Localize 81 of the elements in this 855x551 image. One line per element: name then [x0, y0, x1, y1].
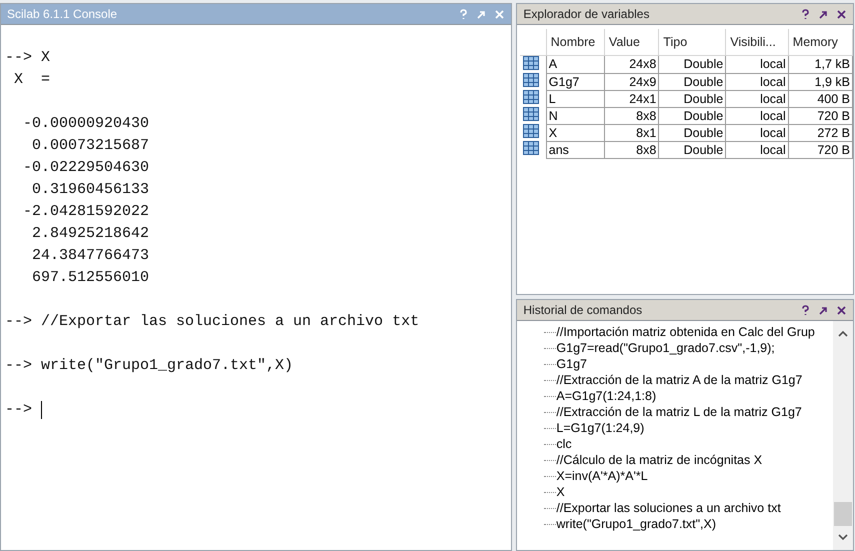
- table-cell: 400 B: [788, 90, 852, 107]
- console-line: -2.04281592022: [22, 202, 150, 222]
- history-entry[interactable]: //Extracción de la matriz L de la matriz G1g7: [556, 405, 802, 419]
- scrollbar[interactable]: [833, 321, 853, 550]
- console-line: --> write("Grupo1_grado7.txt",X): [5, 356, 294, 376]
- table-cell: 1,9 kB: [788, 73, 852, 90]
- console-line: --> //Exportar las soluciones a un archivo txt: [5, 312, 420, 332]
- console-prompt: -->: [5, 400, 34, 420]
- table-cell: local: [726, 90, 788, 107]
- undock-icon[interactable]: [818, 8, 829, 20]
- help-icon[interactable]: [800, 304, 811, 316]
- window-title: Scilab 6.1.1 Console: [7, 7, 118, 21]
- history-entry[interactable]: X: [556, 485, 565, 499]
- table-cell: 720 B: [788, 141, 852, 158]
- table-cell: 1,7 kB: [788, 56, 852, 73]
- column-header[interactable]: Memory: [788, 29, 852, 56]
- matrix-icon: [523, 56, 540, 70]
- table-cell: local: [726, 73, 788, 90]
- table-cell: Double: [658, 124, 726, 141]
- chevron-down-icon[interactable]: [837, 532, 849, 542]
- history-entry[interactable]: //Exportar las soluciones a un archivo txt: [556, 501, 781, 515]
- column-header[interactable]: Tipo: [658, 29, 726, 56]
- table-cell: Double: [658, 73, 726, 90]
- history-entry[interactable]: X=inv(A'*A)*A'*L: [556, 469, 648, 483]
- history-entry[interactable]: L=G1g7(1:24,9): [556, 421, 644, 435]
- matrix-icon: [523, 107, 540, 121]
- history-entry[interactable]: A=G1g7(1:24,1:8): [556, 389, 656, 403]
- table-cell: X: [546, 124, 604, 141]
- table-cell: 8x1: [604, 124, 659, 141]
- console-line: 2.84925218642: [31, 224, 150, 244]
- history-entry[interactable]: G1g7: [556, 357, 587, 371]
- console-line: -0.00000920430: [22, 114, 150, 134]
- history-entry[interactable]: G1g7=read("Grupo1_grado7.csv",-1,9);: [556, 341, 775, 355]
- table-cell: 8x8: [604, 141, 659, 158]
- console-line: 24.3847766473: [31, 246, 150, 266]
- table-cell: local: [726, 107, 788, 124]
- table-cell: A: [546, 56, 604, 73]
- history-entry[interactable]: //Cálculo de la matriz de incógnitas X: [556, 453, 762, 467]
- table-cell: N: [546, 107, 604, 124]
- close-icon[interactable]: [836, 8, 847, 20]
- history-entry[interactable]: clc: [556, 437, 572, 451]
- table-cell: Double: [658, 107, 726, 124]
- console-line: 0.00073215687: [31, 136, 150, 156]
- history-entry[interactable]: write("Grupo1_grado7.txt",X): [556, 517, 716, 531]
- panel-title: Explorador de variables: [523, 7, 650, 21]
- column-header[interactable]: Visibili...: [726, 29, 788, 56]
- table-cell: 8x8: [604, 107, 659, 124]
- column-header[interactable]: Nombre: [546, 29, 604, 56]
- undock-icon[interactable]: [818, 304, 829, 316]
- table-cell: Double: [658, 56, 726, 73]
- table-cell: 720 B: [788, 107, 852, 124]
- table-cell: 24x9: [604, 73, 659, 90]
- table-cell: local: [726, 141, 788, 158]
- matrix-icon: [523, 124, 540, 138]
- console-line: 0.31960456133: [31, 180, 150, 200]
- chevron-up-icon[interactable]: [837, 329, 849, 339]
- history-entry[interactable]: //Importación matriz obtenida en Calc del Grup: [556, 325, 815, 339]
- matrix-icon: [523, 73, 540, 87]
- table-cell: 272 B: [788, 124, 852, 141]
- table-cell: L: [546, 90, 604, 107]
- help-icon[interactable]: [800, 8, 811, 20]
- console-line: 697.512556010: [31, 268, 150, 288]
- close-icon[interactable]: [836, 304, 847, 316]
- text-cursor: [41, 401, 42, 419]
- console-line: X =: [13, 70, 52, 90]
- table-cell: local: [726, 124, 788, 141]
- matrix-icon: [523, 141, 540, 155]
- column-header[interactable]: Value: [604, 29, 659, 56]
- console-line: --> X: [5, 48, 52, 68]
- table-cell: 24x8: [604, 56, 659, 73]
- table-cell: local: [726, 56, 788, 73]
- console-line: -0.02229504630: [22, 158, 150, 178]
- table-cell: Double: [658, 90, 726, 107]
- scrollbar-thumb[interactable]: [834, 502, 852, 526]
- table-cell: 24x1: [604, 90, 659, 107]
- table-cell: ans: [546, 141, 604, 158]
- table-cell: Double: [658, 141, 726, 158]
- matrix-icon: [523, 90, 540, 104]
- history-entry[interactable]: //Extracción de la matriz A de la matriz G1g7: [556, 373, 802, 387]
- panel-title: Historial de comandos: [523, 303, 644, 317]
- table-cell: G1g7: [546, 73, 604, 90]
